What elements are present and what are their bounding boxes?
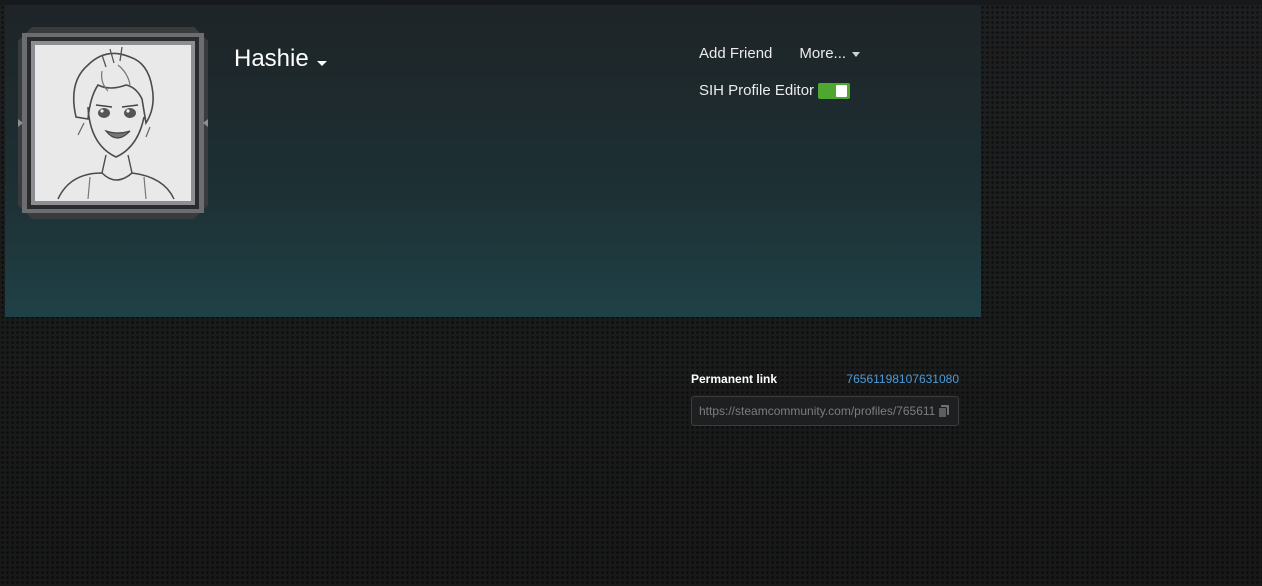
toggle-knob bbox=[836, 84, 848, 97]
sih-profile-editor: SIH Profile Editor bbox=[699, 82, 851, 99]
more-label: More... bbox=[799, 45, 847, 62]
avatar-sketch-icon bbox=[18, 27, 208, 219]
permanent-link-input[interactable] bbox=[699, 404, 936, 418]
steam-id-link[interactable]: 76561198107631080 bbox=[846, 372, 959, 386]
permanent-link-panel: Permanent link 76561198107631080 bbox=[691, 371, 959, 426]
profile-actions: Add Friend More... bbox=[699, 45, 861, 62]
profile-header: Hashie Add Friend More... SIH Profile Ed… bbox=[5, 5, 981, 317]
persona-name: Hashie bbox=[234, 45, 309, 72]
chevron-down-icon bbox=[852, 51, 861, 57]
copy-icon[interactable] bbox=[936, 403, 952, 419]
more-dropdown-button[interactable]: More... bbox=[799, 45, 861, 62]
add-friend-button[interactable]: Add Friend bbox=[699, 45, 772, 62]
sih-label: SIH Profile Editor bbox=[699, 82, 815, 99]
caret-down-icon bbox=[316, 60, 327, 66]
permanent-link-label: Permanent link bbox=[691, 372, 778, 386]
persona-name-dropdown[interactable]: Hashie bbox=[234, 45, 327, 73]
permanent-link-box bbox=[691, 396, 959, 426]
sih-toggle[interactable] bbox=[818, 82, 851, 99]
avatar[interactable] bbox=[18, 27, 208, 219]
